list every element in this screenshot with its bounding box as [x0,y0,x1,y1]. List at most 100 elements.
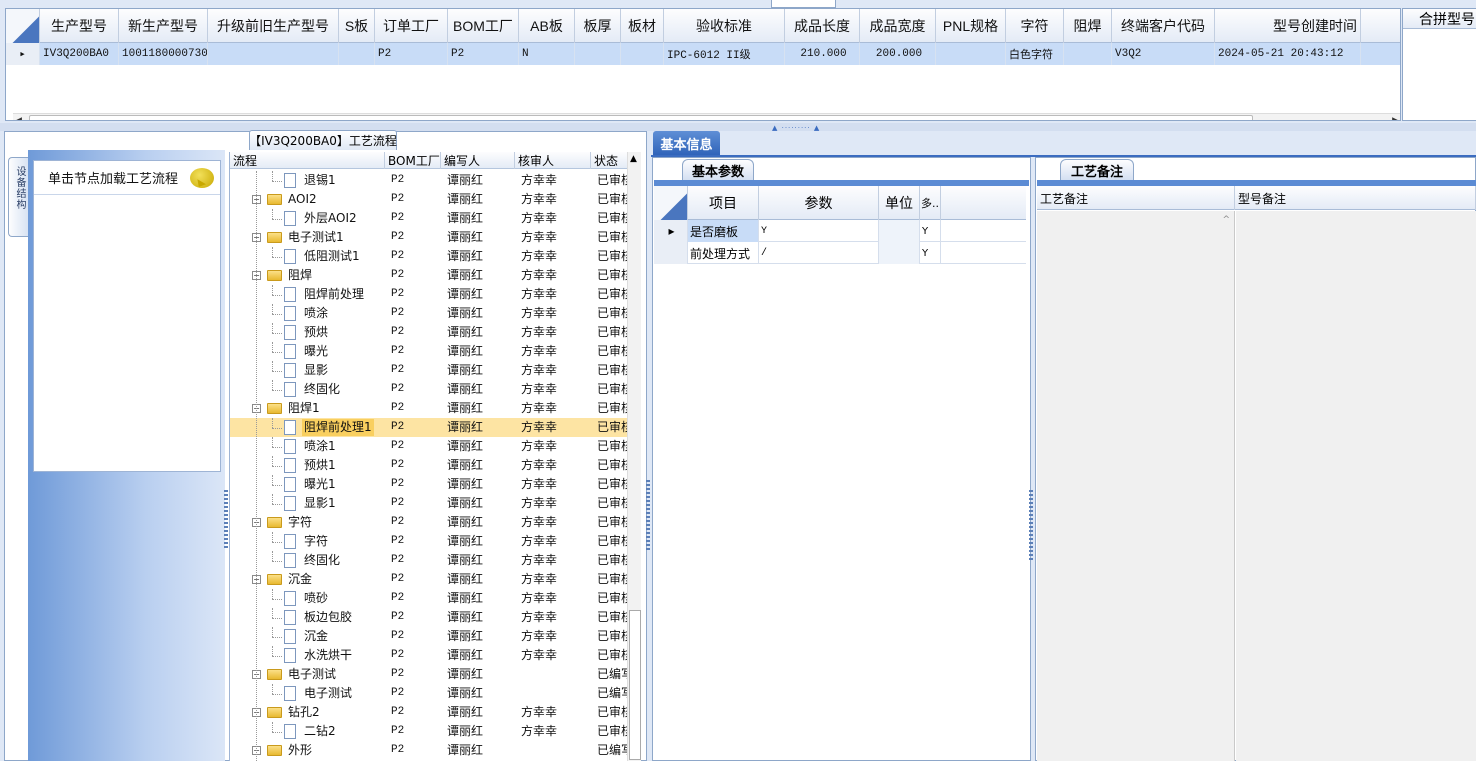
tree-row[interactable]: − 外形 P2 谭丽红 已编写 [230,741,628,760]
tree-node[interactable]: 字符 [230,532,385,551]
tree-node[interactable]: 电子测试 [230,684,385,703]
params-corner[interactable] [654,186,688,220]
params-row[interactable]: ▸ 是否磨板 Y Y [654,220,1026,242]
process-tree-grid[interactable]: 流程 BOM工厂 编写人 核审人 状态 退锡1 P2 谭丽红 方幸幸 已审核 − AOI2 P… [229,152,641,761]
tree-node[interactable]: − 阻焊1 [230,399,385,418]
tree-node[interactable]: 终固化 [230,380,385,399]
scroll-left-icon[interactable]: ◀ [15,116,22,120]
col-bom-factory[interactable]: BOM工厂 [385,152,441,169]
col-item[interactable]: 项目 [688,186,759,220]
tree-row[interactable]: 退锡1 P2 谭丽红 方幸幸 已审核 [230,171,628,190]
col-board-thickness[interactable]: 板厚 [575,9,621,43]
tree-row[interactable]: − AOI2 P2 谭丽红 方幸幸 已审核 [230,190,628,209]
tree-row[interactable]: 喷涂1 P2 谭丽红 方幸幸 已审核 [230,437,628,456]
tree-node[interactable]: 终固化 [230,551,385,570]
tree-node[interactable]: − AOI2 [230,190,385,209]
scroll-up-icon[interactable]: ▲ [630,154,637,164]
col-reviewer[interactable]: 核审人 [515,152,591,169]
tree-row[interactable]: 阻焊前处理 P2 谭丽红 方幸幸 已审核 [230,285,628,304]
cell-customer-code[interactable]: V3Q2 [1112,43,1215,65]
tree-row[interactable]: − 阻焊1 P2 谭丽红 方幸幸 已审核 [230,399,628,418]
product-grid-row-selected[interactable]: ▸ IV3Q200BA0 10011800007306 P2 P2 N IPC-6012 … [6,43,1400,65]
tree-node[interactable]: − 电子测试1 [230,228,385,247]
tree-node[interactable]: 退锡1 [230,171,385,190]
tree-node[interactable]: − 字符 [230,513,385,532]
tree-node[interactable]: 沉金 [230,627,385,646]
tree-node[interactable]: 喷涂1 [230,437,385,456]
col-order-factory[interactable]: 订单工厂 [375,9,448,43]
model-note-textarea[interactable] [1236,211,1476,761]
tree-row[interactable]: − 字符 P2 谭丽红 方幸幸 已审核 [230,513,628,532]
tree-node[interactable]: − 钻孔2 [230,703,385,722]
col-board-material[interactable]: 板材 [621,9,664,43]
tree-node[interactable]: 喷砂 [230,589,385,608]
params-grid[interactable]: 项目 参数 单位 多.. ▸ 是否磨板 Y Y 前处理方式 / Y [654,186,1026,266]
tree-node[interactable]: 曝光 [230,342,385,361]
tree-row[interactable]: 二钻2 P2 谭丽红 方幸幸 已审核 [230,722,628,741]
tree-row[interactable]: 终固化 P2 谭丽红 方幸幸 已审核 [230,551,628,570]
col-pnl-spec[interactable]: PNL规格 [936,9,1006,43]
tree-row[interactable]: 水洗烘干 P2 谭丽红 方幸幸 已审核 [230,646,628,665]
tree-node[interactable]: 水洗烘干 [230,646,385,665]
tree-row[interactable]: 电子测试 P2 谭丽红 已编写 [230,684,628,703]
tree-node[interactable]: 显影 [230,361,385,380]
tree-row[interactable]: 曝光1 P2 谭丽红 方幸幸 已审核 [230,475,628,494]
tree-node[interactable]: 低阻测试1 [230,247,385,266]
tree-row[interactable]: − 电子测试 P2 谭丽红 已编写 [230,665,628,684]
tree-row[interactable]: − 电子测试1 P2 谭丽红 方幸幸 已审核 [230,228,628,247]
cell-order-factory[interactable]: P2 [375,43,448,65]
param-value[interactable]: / [759,242,879,264]
col-flow[interactable]: 流程 [230,152,385,169]
tree-row[interactable]: 预烘1 P2 谭丽红 方幸幸 已审核 [230,456,628,475]
col-character[interactable]: 字符 [1006,9,1064,43]
cell-board-material[interactable] [621,43,664,65]
tree-node[interactable]: 显影1 [230,494,385,513]
middle-splitter-grip[interactable] [646,480,650,550]
cell-board-thickness[interactable] [575,43,621,65]
param-item[interactable]: 前处理方式 [688,242,759,264]
horizontal-splitter[interactable]: ▲ ········· ▲ [0,123,1476,132]
col-finished-width[interactable]: 成品宽度 [860,9,936,43]
tree-node[interactable]: 预烘1 [230,456,385,475]
col-created-time[interactable]: 型号创建时间 [1215,9,1361,43]
tree-node[interactable]: − 电子测试 [230,665,385,684]
cell-solder-mask[interactable] [1064,43,1112,65]
top-tab-stub[interactable] [771,0,836,8]
tab-basic-params[interactable]: 基本参数 [682,159,754,181]
cell-new-production-model[interactable]: 10011800007306 [119,43,208,65]
col-acceptance-standard[interactable]: 验收标准 [664,9,785,43]
param-value[interactable]: Y [759,220,879,242]
tree-row[interactable]: 字符 P2 谭丽红 方幸幸 已审核 [230,532,628,551]
col-finished-length[interactable]: 成品长度 [785,9,860,43]
tree-row[interactable]: 预烘 P2 谭丽红 方幸幸 已审核 [230,323,628,342]
tree-node[interactable]: 阻焊前处理 [230,285,385,304]
param-flag[interactable]: Y [920,242,941,264]
tree-node[interactable]: − 阻焊 [230,266,385,285]
tree-node[interactable]: 喷涂 [230,304,385,323]
load-flow-header[interactable]: 单击节点加载工艺流程 [34,161,220,195]
param-item[interactable]: 是否磨板 [688,220,759,242]
scroll-up-icon[interactable]: ^ [1222,215,1230,225]
tree-row[interactable]: 外层AOI2 P2 谭丽红 方幸幸 已审核 [230,209,628,228]
tree-row[interactable]: 显影 P2 谭丽红 方幸幸 已审核 [230,361,628,380]
horizontal-scrollbar[interactable]: ◀ ▶ [13,113,1400,120]
tree-row[interactable]: − 钻孔2 P2 谭丽红 方幸幸 已审核 [230,703,628,722]
select-all-corner[interactable] [6,9,40,43]
left-splitter-grip[interactable] [224,490,228,550]
tree-row[interactable]: 喷砂 P2 谭丽红 方幸幸 已审核 [230,589,628,608]
cell-character[interactable]: 白色字符 [1006,43,1064,65]
process-note-textarea[interactable]: ^ [1037,211,1235,761]
param-flag[interactable]: Y [920,220,941,242]
load-flow-box[interactable]: 单击节点加载工艺流程 [33,160,221,472]
cell-production-model[interactable]: IV3Q200BA0 [40,43,119,65]
col-customer-code[interactable]: 终端客户代码 [1112,9,1215,43]
tree-node[interactable]: 曝光1 [230,475,385,494]
cell-pnl-spec[interactable] [936,43,1006,65]
col-multi[interactable]: 多.. [920,186,941,220]
flow-tab[interactable]: 【IV3Q200BA0】工艺流程 [249,130,397,150]
product-grid[interactable]: 生产型号 新生产型号 升级前旧生产型号 S板 订单工厂 BOM工厂 AB板 板厚 板材 验收标准成… [5,8,1401,121]
params-row[interactable]: 前处理方式 / Y [654,242,1026,264]
tree-scroll-thumb[interactable] [629,610,641,760]
col-unit[interactable]: 单位 [879,186,920,220]
tree-node[interactable]: − 沉金 [230,570,385,589]
